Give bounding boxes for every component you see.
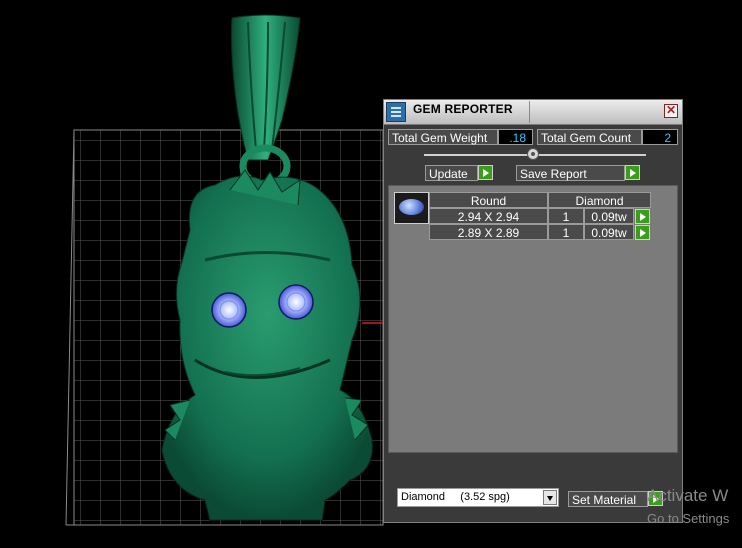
gem-size: 2.89 X 2.89 — [429, 224, 548, 240]
watermark-line-1: Activate W — [647, 486, 729, 505]
round-gem-thumbnail-icon[interactable] — [394, 192, 429, 224]
chevron-down-icon[interactable] — [543, 490, 557, 505]
material-dropdown[interactable]: Diamond (3.52 spg) — [397, 488, 559, 507]
set-material-button[interactable]: Set Material — [568, 491, 648, 507]
row-go-arrow-icon[interactable] — [635, 209, 650, 224]
titlebar-divider — [529, 101, 530, 123]
update-button[interactable]: Update — [425, 165, 478, 181]
gem-weight: 0.09tw — [584, 208, 634, 224]
panel-slider-handle[interactable] — [527, 148, 539, 160]
total-gem-count-label: Total Gem Count — [537, 129, 642, 145]
save-report-go-arrow-icon[interactable] — [625, 165, 640, 180]
left-eye-gem — [211, 292, 247, 328]
pendant-head — [161, 175, 373, 521]
row-go-arrow-icon[interactable] — [635, 225, 650, 240]
close-icon[interactable]: ✕ — [664, 104, 678, 118]
gem-shape-header: Round — [429, 192, 548, 208]
watermark-line-2: Go to Settings — [647, 511, 730, 526]
total-gem-weight-value: .18 — [498, 129, 533, 145]
total-gem-count-value: 2 — [642, 129, 678, 145]
right-eye-gem — [278, 284, 314, 320]
gem-material-header: Diamond — [548, 192, 651, 208]
total-gem-weight-label: Total Gem Weight — [388, 129, 498, 145]
update-go-arrow-icon[interactable] — [478, 165, 493, 180]
activation-watermark: Activate W Go to Settings — [647, 486, 729, 529]
save-report-button[interactable]: Save Report — [516, 165, 625, 181]
gem-quantity: 1 — [548, 224, 584, 240]
gem-size: 2.94 X 2.94 — [429, 208, 548, 224]
pendant-model[interactable] — [161, 14, 373, 521]
material-dropdown-value: Diamond (3.52 spg) — [401, 491, 510, 503]
gem-reporter-titlebar[interactable]: GEM REPORTER ✕ — [384, 100, 682, 125]
gem-quantity: 1 — [548, 208, 584, 224]
window-title: GEM REPORTER — [413, 102, 513, 116]
gem-reporter-app-icon — [386, 102, 406, 122]
gem-reporter-panel: GEM REPORTER ✕ Total Gem Weight .18 Tota… — [383, 99, 683, 523]
gem-list: Round Diamond 2.94 X 2.94 1 0.09tw 2.89 … — [388, 185, 678, 453]
gem-weight: 0.09tw — [584, 224, 634, 240]
